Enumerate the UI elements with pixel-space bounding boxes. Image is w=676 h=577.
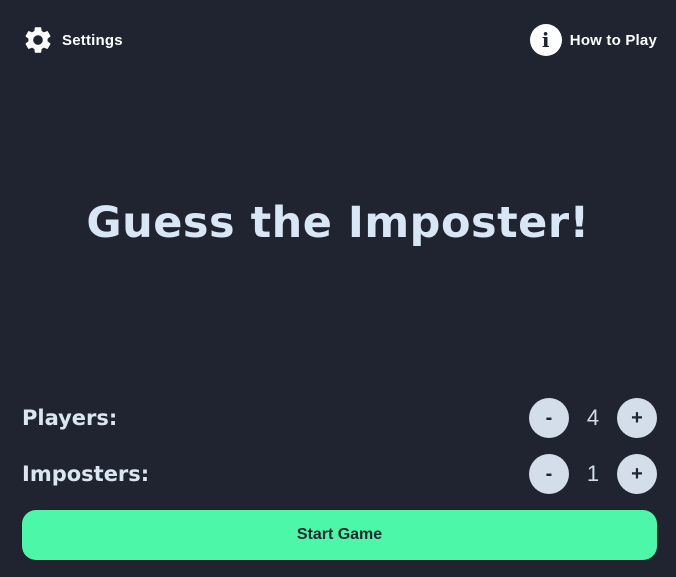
page-title: Guess the Imposter! bbox=[86, 198, 590, 248]
players-counter: - 4 + bbox=[529, 398, 657, 438]
players-value: 4 bbox=[586, 405, 600, 430]
imposters-increment-button[interactable]: + bbox=[617, 454, 657, 494]
players-label: Players: bbox=[22, 406, 118, 430]
imposters-label: Imposters: bbox=[22, 462, 150, 486]
players-increment-button[interactable]: + bbox=[617, 398, 657, 438]
app-root: Settings i How to Play Guess the Imposte… bbox=[0, 0, 676, 577]
gear-icon bbox=[22, 23, 54, 57]
imposters-counter: - 1 + bbox=[529, 454, 657, 494]
players-decrement-button[interactable]: - bbox=[529, 398, 569, 438]
imposters-value: 1 bbox=[586, 461, 600, 486]
how-to-play-label: How to Play bbox=[569, 31, 657, 49]
how-to-play-button[interactable]: i How to Play bbox=[529, 24, 657, 56]
info-icon: i bbox=[529, 24, 562, 56]
settings-button[interactable]: Settings bbox=[22, 23, 123, 57]
start-game-button[interactable]: Start Game bbox=[22, 510, 657, 560]
top-bar: Settings i How to Play bbox=[22, 22, 657, 58]
imposters-decrement-button[interactable]: - bbox=[529, 454, 569, 494]
imposters-row: Imposters: - 1 + bbox=[22, 454, 657, 494]
players-row: Players: - 4 + bbox=[22, 398, 657, 438]
settings-label: Settings bbox=[62, 31, 123, 49]
